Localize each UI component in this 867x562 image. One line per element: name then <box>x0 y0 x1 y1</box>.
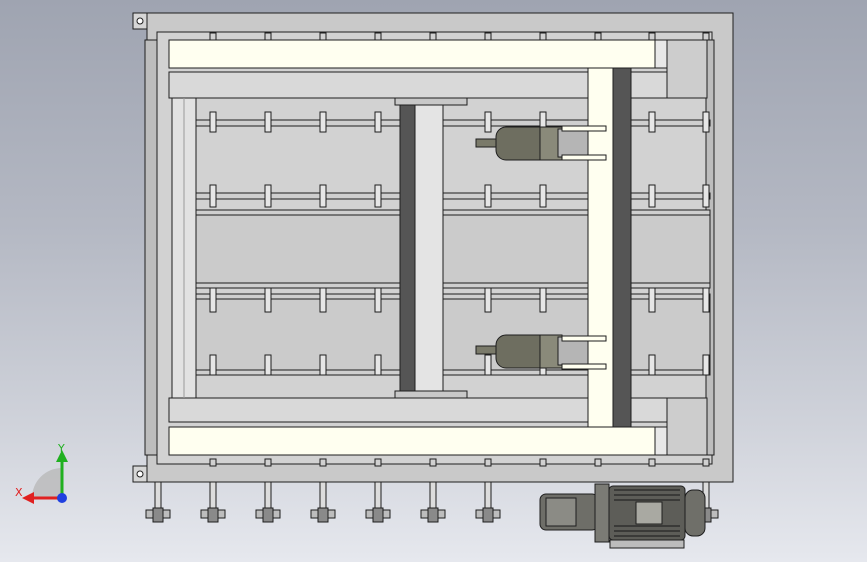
bottom-rail-end <box>654 426 668 456</box>
roller-bolt <box>374 111 382 133</box>
roller-bolt <box>264 184 272 208</box>
left-side-plate <box>144 39 158 456</box>
rail-tick <box>264 458 272 467</box>
rail-tick <box>594 32 602 41</box>
rail-tick <box>319 458 327 467</box>
cad-viewport[interactable]: Y X <box>0 0 867 562</box>
bottom-rail-bracket <box>666 397 708 456</box>
roller-bolt <box>484 184 492 208</box>
conveyor-assembly-model[interactable] <box>0 0 867 562</box>
upper-belt <box>195 214 711 284</box>
roller-bolt <box>374 354 382 376</box>
rail-tick <box>484 458 492 467</box>
roller-bolt <box>319 111 327 133</box>
top-rail-end <box>654 39 668 69</box>
roller-bolt <box>702 184 710 208</box>
sprocket-hub <box>427 507 439 523</box>
rail-tick <box>539 32 547 41</box>
sprocket-shaft <box>484 481 492 511</box>
sprocket-shaft <box>374 481 382 511</box>
z-axis-dot <box>57 493 67 503</box>
sprocket-hub <box>262 507 274 523</box>
sprocket-shaft <box>319 481 327 511</box>
coordinate-triad: Y X <box>15 442 68 504</box>
roller-bolt <box>374 287 382 313</box>
roller-bolt <box>319 184 327 208</box>
roller-bolt <box>702 287 710 313</box>
sprocket-hub <box>482 507 494 523</box>
rail-tick <box>594 458 602 467</box>
sprocket-shaft <box>264 481 272 511</box>
sprocket-shaft <box>209 481 217 511</box>
rail-tick <box>429 32 437 41</box>
y-axis-label: Y <box>57 442 65 455</box>
mounting-lug-top-left <box>132 12 148 30</box>
rail-tick <box>264 32 272 41</box>
roller-bolt <box>319 287 327 313</box>
roller-bolt <box>648 111 656 133</box>
roller-bolt <box>374 184 382 208</box>
roller-bolt <box>648 287 656 313</box>
x-axis-label: X <box>15 486 23 499</box>
roller-bolt <box>264 111 272 133</box>
sprocket-hub <box>317 507 329 523</box>
roller-bolt <box>648 184 656 208</box>
gear-motor[interactable] <box>539 483 706 549</box>
top-rail-bracket <box>666 39 708 99</box>
roller-bolt <box>648 354 656 376</box>
lower-belt <box>195 298 711 371</box>
roller-bolt <box>209 111 217 133</box>
roller-bolt <box>702 354 710 376</box>
top-rail[interactable] <box>168 39 656 69</box>
roller-bolt <box>319 354 327 376</box>
mounting-lug-bottom-left <box>132 465 148 483</box>
sprocket-hub <box>152 507 164 523</box>
rail-tick <box>209 32 217 41</box>
roller-bolt <box>484 354 492 376</box>
rail-tick <box>539 458 547 467</box>
roller-bolt <box>209 354 217 376</box>
rail-tick <box>374 32 382 41</box>
roller-bolt <box>539 287 547 313</box>
rail-tick <box>429 458 437 467</box>
rail-tick <box>374 458 382 467</box>
rail-tick <box>648 458 656 467</box>
rail-tick <box>648 32 656 41</box>
roller-bolt <box>702 111 710 133</box>
rail-tick <box>484 32 492 41</box>
roller-bolt <box>264 287 272 313</box>
roller-bolt <box>484 111 492 133</box>
rail-tick <box>319 32 327 41</box>
rail-tick <box>702 458 710 467</box>
sprocket-shaft <box>154 481 162 511</box>
sprocket-shaft <box>429 481 437 511</box>
roller-bolt <box>484 287 492 313</box>
carriage-vertical-rail[interactable] <box>587 67 632 428</box>
roller-bolt <box>264 354 272 376</box>
rail-tick <box>209 458 217 467</box>
sprocket-hub <box>207 507 219 523</box>
bottom-rail[interactable] <box>168 426 656 456</box>
roller-bolt <box>209 287 217 313</box>
xy-plane-shading <box>32 468 62 498</box>
roller-bolt <box>539 184 547 208</box>
roller-bolt <box>209 184 217 208</box>
rail-tick <box>702 32 710 41</box>
x-axis-arrowhead <box>22 492 34 504</box>
sprocket-hub <box>372 507 384 523</box>
